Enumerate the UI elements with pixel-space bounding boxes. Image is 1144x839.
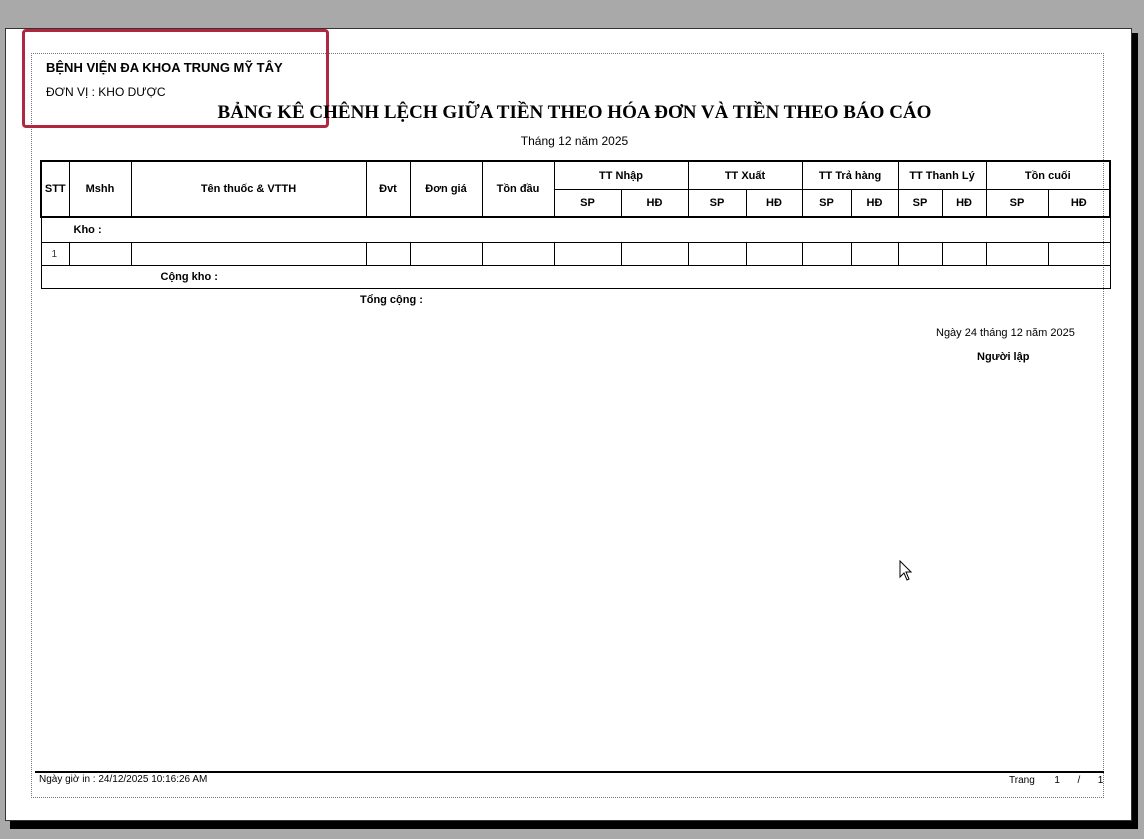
cong-kho-row: Cộng kho :	[40, 265, 1111, 289]
col-thanhly-sp: SP	[897, 189, 943, 218]
mouse-cursor-icon	[899, 560, 913, 581]
footer-divider	[35, 771, 1104, 773]
col-nhap-sp: SP	[553, 189, 622, 218]
col-xuat-hd: HĐ	[745, 189, 803, 218]
col-xuat-sp: SP	[687, 189, 747, 218]
col-nhap-hd: HĐ	[620, 189, 689, 218]
col-thanhly: TT Thanh Lý	[897, 160, 987, 190]
table-row: 1	[40, 242, 1111, 266]
hospital-name: BỆNH VIỆN ĐA KHOA TRUNG MỸ TÂY	[46, 60, 283, 75]
col-thanhly-hd: HĐ	[941, 189, 987, 218]
col-stt: STT	[40, 160, 70, 218]
col-xuat: TT Xuất	[687, 160, 803, 190]
kho-label: Kho :	[40, 216, 1111, 243]
print-timestamp: Ngày giờ in : 24/12/2025 10:16:26 AM	[39, 774, 208, 785]
grand-total-label: Tổng cộng :	[360, 294, 423, 306]
page-number: Trang 1 / 1	[1009, 775, 1103, 786]
report-period: Tháng 12 năm 2025	[520, 134, 629, 148]
page-current: 1	[1054, 775, 1060, 786]
unit-name: ĐƠN VỊ : KHO DƯỢC	[46, 85, 166, 99]
row-stt: 1	[40, 242, 70, 266]
report-title: BẢNG KÊ CHÊNH LỆCH GIỮA TIỀN THEO HÓA ĐƠ…	[217, 102, 932, 123]
kho-group-row: Kho :	[40, 216, 1111, 243]
signature-date: Ngày 24 tháng 12 năm 2025	[936, 327, 1075, 339]
col-ten: Tên thuốc & VTTH	[130, 160, 367, 218]
col-trahang-sp: SP	[801, 189, 852, 218]
col-toncuoi: Tồn cuối	[985, 160, 1111, 190]
col-trahang: TT Trả hàng	[801, 160, 899, 190]
cong-kho-label: Cộng kho :	[40, 265, 1111, 289]
col-toncuoi-sp: SP	[985, 189, 1049, 218]
page-separator: /	[1077, 775, 1081, 786]
report-table: STT Mshh Tên thuốc & VTTH Đvt Đơn giá Tồ…	[40, 160, 1111, 289]
page-label: Trang	[1009, 775, 1035, 786]
col-trahang-hd: HĐ	[850, 189, 899, 218]
report-page: BỆNH VIỆN ĐA KHOA TRUNG MỸ TÂY ĐƠN VỊ : …	[5, 28, 1132, 821]
page-total: 1	[1097, 775, 1104, 786]
signature-role: Người lập	[977, 351, 1030, 363]
col-nhap: TT Nhập	[553, 160, 689, 190]
col-tondau: Tồn đầu	[481, 160, 555, 218]
col-dvt: Đvt	[365, 160, 411, 218]
col-toncuoi-hd: HĐ	[1047, 189, 1111, 218]
col-mshh: Mshh	[68, 160, 132, 218]
col-dongia: Đơn giá	[409, 160, 483, 218]
